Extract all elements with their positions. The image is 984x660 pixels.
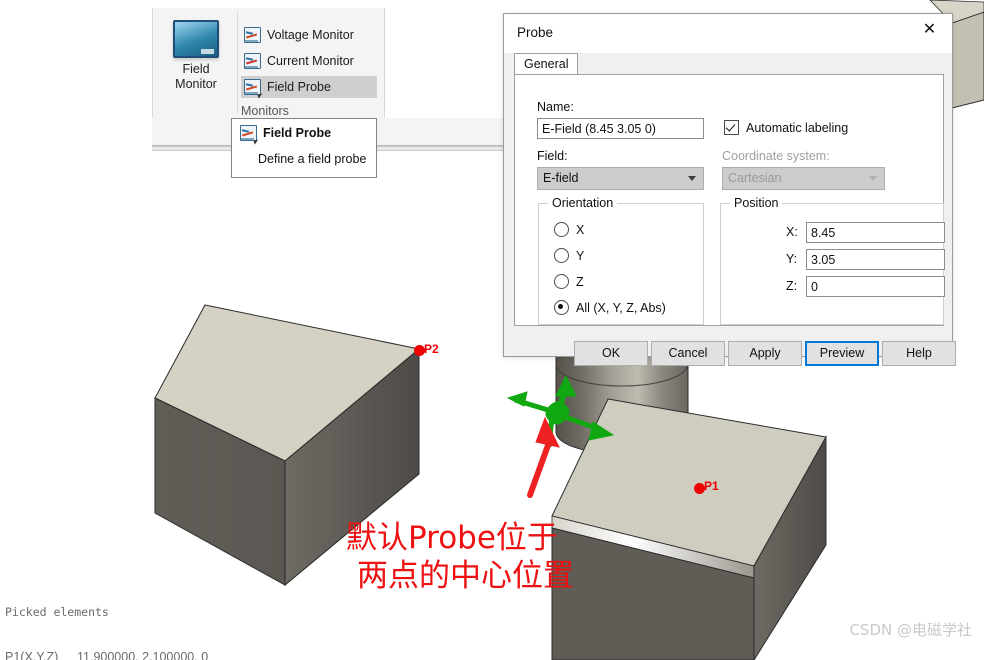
voltage-monitor-icon [244, 27, 261, 43]
orientation-radio-x[interactable]: X [554, 222, 584, 237]
pointer-arrow-icon [527, 416, 560, 498]
picked-row-value: 11.900000, 2.100000, 0 [77, 650, 209, 660]
chevron-down-icon [869, 176, 877, 181]
marker-p2-label: P2 [424, 342, 439, 356]
orientation-option-label: Y [576, 248, 585, 263]
field-monitor-button[interactable]: Field Monitor [161, 12, 231, 110]
annotation-line-1: 默认Probe位于 [346, 520, 558, 556]
ok-button[interactable]: OK [574, 341, 648, 366]
tooltip-description: Define a field probe [258, 152, 367, 166]
current-monitor-icon [244, 53, 261, 69]
coordinate-system-select[interactable]: Cartesian [722, 167, 885, 190]
orientation-option-label: All (X, Y, Z, Abs) [576, 300, 666, 315]
position-groupbox: Position X: Y: Z: [720, 196, 945, 325]
orientation-option-label: Z [576, 274, 584, 289]
picked-row: P1(X,Y,Z) 11.900000, 2.100000, 0 [5, 650, 208, 660]
tooltip-title: Field Probe [263, 126, 332, 140]
application-window: P2 P1 默认Probe位于 两点的中心位置 Picked elements … [0, 0, 984, 660]
automatic-labeling-checkbox[interactable]: Automatic labeling [724, 120, 848, 135]
field-select[interactable]: E-field [537, 167, 704, 190]
dialog-tabstrip: General [514, 53, 942, 75]
position-x-input[interactable] [806, 222, 945, 243]
field-monitor-label-line2: Monitor [175, 77, 217, 91]
annotation-line-2: 两点的中心位置 [357, 558, 574, 594]
automatic-labeling-label: Automatic labeling [746, 120, 849, 135]
name-input[interactable] [537, 118, 704, 139]
cancel-button[interactable]: Cancel [651, 341, 725, 366]
ribbon-item-label: Field Probe [267, 80, 331, 94]
dialog-panel-general: Name: Automatic labeling Field: E-field … [514, 74, 945, 326]
field-label: Field: [537, 149, 568, 163]
name-label: Name: [537, 100, 574, 114]
close-icon[interactable]: ✕ [907, 14, 952, 44]
apply-button[interactable]: Apply [728, 341, 802, 366]
radio-button [554, 222, 569, 237]
probe-dialog: Probe ✕ General Name: Automatic labeling… [503, 13, 956, 366]
orientation-radio-y[interactable]: Y [554, 248, 584, 263]
radio-button [554, 248, 569, 263]
radio-button [554, 274, 569, 289]
orientation-radio-all[interactable]: All (X, Y, Z, Abs) [554, 300, 666, 315]
orientation-group-title: Orientation [548, 196, 618, 210]
picked-elements-readout: Picked elements P1(X,Y,Z) 11.900000, 2.10… [5, 575, 208, 660]
position-z-label: Z: [786, 279, 798, 293]
coordinate-system-label: Coordinate system: [722, 149, 830, 163]
position-z-input[interactable] [806, 276, 945, 297]
ribbon-item-label: Current Monitor [267, 54, 354, 68]
monitor-icon [173, 20, 219, 58]
help-button[interactable]: Help [882, 341, 956, 366]
tab-general[interactable]: General [514, 53, 579, 75]
picked-row-key: P1(X,Y,Z) [5, 650, 59, 660]
ribbon-item-field-probe[interactable]: Field Probe [241, 76, 377, 98]
tooltip-title-row: Field Probe [240, 125, 331, 141]
radio-button [554, 300, 569, 315]
marker-p1-label: P1 [704, 479, 719, 493]
orientation-groupbox: Orientation X Y Z All (X, Y, Z, Abs) [538, 196, 704, 325]
checkbox-box [724, 120, 739, 135]
ribbon-divider [237, 10, 238, 114]
watermark: CSDN @电磁学社 [849, 621, 972, 639]
field-select-value: E-field [543, 171, 579, 185]
preview-button[interactable]: Preview [805, 341, 879, 366]
field-probe-icon [240, 125, 257, 141]
dialog-title: Probe [517, 25, 554, 40]
ribbon-item-current-monitor[interactable]: Current Monitor [241, 50, 377, 72]
picked-elements-header: Picked elements [5, 605, 109, 619]
field-probe-icon [244, 79, 261, 95]
position-y-label: Y: [786, 252, 798, 266]
field-monitor-label-line1: Field [182, 62, 210, 76]
position-group-title: Position [730, 196, 783, 210]
field-probe-tooltip: Field Probe Define a field probe [231, 118, 377, 178]
coordinate-system-value: Cartesian [728, 171, 782, 185]
ribbon-item-voltage-monitor[interactable]: Voltage Monitor [241, 24, 377, 46]
chevron-down-icon [688, 176, 696, 181]
orientation-radio-z[interactable]: Z [554, 274, 584, 289]
ribbon-item-label: Voltage Monitor [267, 28, 354, 42]
position-x-label: X: [786, 225, 798, 239]
ribbon-monitors-group: Field Monitor Voltage Monitor Current Mo… [152, 8, 385, 118]
position-y-input[interactable] [806, 249, 945, 270]
ribbon-group-label: Monitors [241, 104, 289, 118]
dialog-titlebar: Probe ✕ [504, 14, 952, 53]
orientation-option-label: X [576, 222, 585, 237]
